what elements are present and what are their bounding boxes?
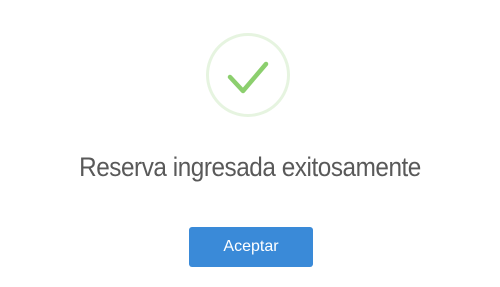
success-icon-ring (206, 33, 290, 117)
success-dialog: Reserva ingresada exitosamente Aceptar (0, 0, 500, 287)
accept-button[interactable]: Aceptar (189, 227, 313, 267)
check-icon (227, 61, 269, 94)
dialog-title: Reserva ingresada exitosamente (79, 152, 421, 182)
